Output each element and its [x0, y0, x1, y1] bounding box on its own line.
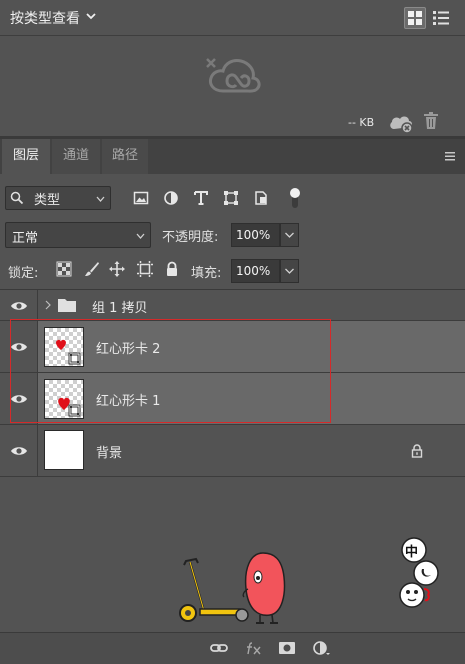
lock-position-icon[interactable]: [109, 261, 125, 277]
adjustment-filter-icon[interactable]: [163, 190, 179, 206]
layer-thumbnail: [44, 430, 84, 470]
lock-image-pixels-icon[interactable]: [84, 261, 100, 277]
layer-name[interactable]: 组 1 拷贝: [92, 297, 148, 316]
layer-name[interactable]: 背景: [96, 442, 122, 461]
layers-bottom-toolbar: [0, 632, 465, 664]
emoji-sticker-stack: 中: [398, 537, 446, 609]
cloud-sync-error-icon[interactable]: [388, 113, 414, 133]
panel-menu-icon[interactable]: [443, 150, 457, 162]
chevron-right-icon[interactable]: [45, 300, 51, 310]
link-layers-icon[interactable]: [210, 640, 228, 656]
lock-transparent-pixels-icon[interactable]: [56, 261, 72, 277]
list-view-icon[interactable]: [432, 9, 450, 27]
fill-slider-button[interactable]: [280, 259, 299, 283]
lock-all-icon[interactable]: [164, 261, 180, 277]
filter-kind-label: 类型: [34, 193, 61, 208]
eye-icon[interactable]: [10, 445, 28, 457]
lock-icon[interactable]: [411, 444, 423, 458]
eye-icon[interactable]: [10, 300, 28, 312]
panel-tab-bar: 图层 通道 路径: [0, 139, 465, 174]
add-mask-icon[interactable]: [278, 640, 296, 656]
image-filter-icon[interactable]: [133, 190, 149, 206]
selection-highlight-box: [10, 319, 331, 423]
chevron-down-icon: [136, 233, 145, 239]
layer-row-background[interactable]: 背景: [0, 425, 465, 477]
layer-row-group[interactable]: 组 1 拷贝: [0, 290, 465, 321]
smart-object-filter-icon[interactable]: [253, 190, 269, 206]
tab-channels[interactable]: 通道: [52, 139, 100, 174]
chevron-down-icon: [96, 196, 105, 202]
view-by-type-dropdown[interactable]: 按类型查看: [10, 8, 80, 28]
fill-input[interactable]: 100%: [231, 259, 280, 283]
shape-filter-icon[interactable]: [223, 190, 239, 206]
grid-view-button[interactable]: [404, 7, 426, 29]
opacity-label: 不透明度:: [162, 230, 219, 245]
emoji-zhong-text: 中: [405, 545, 419, 560]
layer-style-fx-icon[interactable]: [245, 640, 263, 656]
chevron-down-icon: [285, 232, 294, 238]
trash-icon[interactable]: [423, 112, 439, 130]
adjustment-layer-icon[interactable]: [312, 640, 330, 656]
opacity-slider-button[interactable]: [280, 223, 299, 247]
lock-artboard-icon[interactable]: [137, 261, 153, 277]
chevron-down-icon[interactable]: [86, 11, 96, 21]
search-icon: [10, 191, 24, 205]
library-size-text: -- KB: [348, 116, 375, 129]
tab-layers[interactable]: 图层: [2, 139, 50, 174]
fill-label: 填充:: [191, 266, 222, 281]
blend-mode-value: 正常: [12, 231, 39, 246]
grid-view-icon: [408, 11, 422, 25]
opacity-input[interactable]: 100%: [231, 223, 280, 247]
divider: [0, 35, 465, 36]
lock-label: 锁定:: [8, 266, 39, 281]
folder-icon: [58, 299, 76, 312]
type-filter-icon[interactable]: [193, 190, 209, 206]
chevron-down-icon: [285, 268, 294, 274]
creative-cloud-offline-icon: [206, 58, 261, 93]
tab-paths[interactable]: 路径: [102, 139, 148, 174]
filter-toggle-switch[interactable]: [289, 186, 301, 210]
scooter-bean-sticker-icon: [179, 552, 286, 624]
